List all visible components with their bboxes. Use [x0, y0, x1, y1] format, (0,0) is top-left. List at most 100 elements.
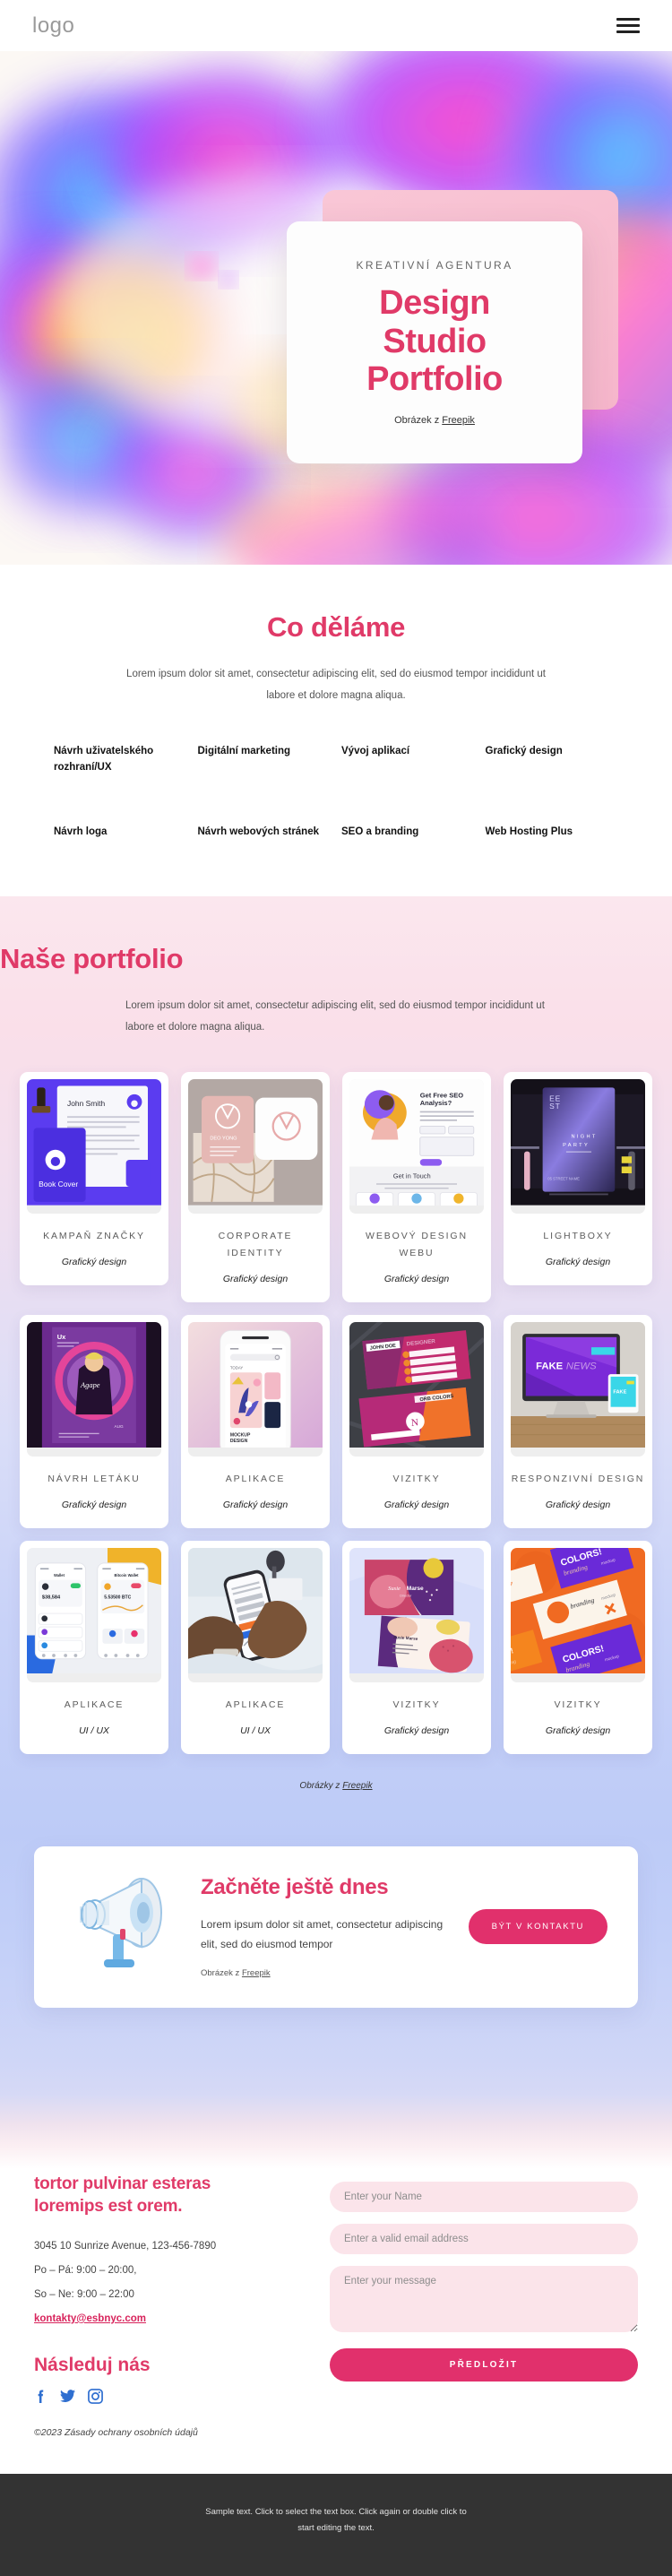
portfolio-section: Naše portfolio Lorem ipsum dolor sit ame…	[0, 895, 672, 1834]
svg-text:PARTY: PARTY	[563, 1143, 590, 1148]
portfolio-card-title: CORPORATE IDENTITY	[218, 1231, 293, 1258]
facebook-icon[interactable]	[34, 2389, 47, 2404]
instagram-icon[interactable]	[88, 2389, 103, 2404]
portfolio-card-title: VIZITKY	[392, 1699, 441, 1710]
svg-text:Wallet: Wallet	[54, 1573, 65, 1578]
contact-heading-line-2: loremips est orem.	[34, 2197, 183, 2217]
site-header: logo	[0, 0, 672, 51]
service-item[interactable]: Vývoj aplikací	[341, 744, 475, 776]
svg-text:Book Cover: Book Cover	[39, 1180, 78, 1189]
portfolio-card[interactable]: JOHN DOE DESIGNER ORB COLORS N VIZITKY G…	[342, 1314, 491, 1528]
submit-button[interactable]: PŘEDLOŽIT	[330, 2347, 638, 2382]
portfolio-card[interactable]: FAKE NEWS FAKE RESPONZIVNÍ DESIGN Grafic…	[504, 1314, 652, 1528]
service-item[interactable]: Grafický design	[486, 744, 619, 776]
contact-form: PŘEDLOŽIT	[330, 2169, 638, 2404]
svg-text:ST: ST	[549, 1102, 561, 1111]
contact-heading-line-1: tortor pulvinar esteras	[34, 2174, 211, 2193]
copyright-text: ©2023 Zásady ochrany osobních údajů	[34, 2426, 198, 2438]
portfolio-card-category: UI / UX	[79, 1725, 109, 1736]
cta-title: Začněte ještě dnes	[201, 1874, 389, 1899]
svg-text:AUG: AUG	[115, 1424, 124, 1429]
portfolio-card-title: KAMPAŇ ZNAČKY	[43, 1231, 145, 1241]
svg-text:John Smith: John Smith	[67, 1099, 105, 1108]
svg-text:Get in Touch: Get in Touch	[393, 1172, 431, 1180]
megaphone-icon	[65, 1873, 190, 1981]
svg-text:N: N	[410, 1417, 418, 1429]
portfolio-card-category: UI / UX	[240, 1725, 271, 1736]
services-title: Co děláme	[266, 611, 406, 643]
portfolio-card-title: APLIKACE	[64, 1699, 125, 1710]
cta-image-credit: Obrázek z Freepik	[201, 1968, 463, 1978]
service-item[interactable]: Návrh uživatelského rozhraní/UX	[54, 744, 187, 776]
portfolio-card-category: Grafický design	[222, 1499, 289, 1510]
portfolio-card-category: Grafický design	[545, 1499, 611, 1510]
name-input[interactable]	[330, 2181, 638, 2212]
hamburger-icon[interactable]	[616, 18, 640, 33]
portfolio-card[interactable]: EE ST NIGHT PARTY 05 STREET NAME LIGHTBO…	[504, 1072, 652, 1285]
hero-title-line-2: Studio	[383, 322, 487, 360]
portfolio-card-category: Grafický design	[222, 1273, 289, 1284]
hands-phone-thumb	[188, 1547, 323, 1682]
flyer-poster-thumb: Agape Ux AUG	[27, 1321, 161, 1457]
contact-hours-weekend: So – Ne: 9:00 – 22:00	[34, 2288, 134, 2300]
portfolio-card[interactable]: Wallet Bitcoin Wallet $38,584 5.53500 BT…	[20, 1540, 168, 1754]
svg-text:FAKE: FAKE	[613, 1389, 626, 1395]
service-item[interactable]: Návrh webových stránek	[198, 825, 332, 841]
social-links	[34, 2389, 303, 2404]
cta-credit-link[interactable]: Freepik	[242, 1968, 271, 1978]
message-textarea[interactable]	[330, 2265, 638, 2332]
svg-text:DESIGN: DESIGN	[230, 1439, 248, 1444]
services-section: Co děláme Lorem ipsum dolor sit amet, co…	[0, 565, 672, 896]
hero-image-credit: Obrázek z Freepik	[394, 415, 475, 426]
portfolio-card[interactable]: John Smith Book Cover KAMPAŇ ZNAČKY Graf…	[20, 1072, 168, 1285]
portfolio-card[interactable]: Agape Ux AUG NÁVRH LETÁKU Grafický desig…	[20, 1314, 168, 1528]
service-item[interactable]: Digitální marketing	[198, 744, 332, 776]
portfolio-card-category: Grafický design	[383, 1725, 450, 1736]
services-subtitle: Lorem ipsum dolor sit amet, consectetur …	[126, 669, 546, 702]
portfolio-card-category: Grafický design	[545, 1256, 611, 1267]
portfolio-card-category: Grafický design	[545, 1725, 611, 1736]
portfolio-card[interactable]: TODAY MOCKUP DESIGN APLIKACE Grafický de…	[181, 1314, 330, 1528]
svg-text:5.53500 BTC: 5.53500 BTC	[104, 1595, 131, 1600]
page-root: logo KREATIVNÍ AGENTURA Design Studio Po…	[0, 0, 672, 2576]
hero-section: KREATIVNÍ AGENTURA Design Studio Portfol…	[0, 51, 672, 565]
portfolio-card[interactable]: COLORS! branding mockup mockup branding	[504, 1540, 652, 1754]
portfolio-card-title: WEBOVÝ DESIGN WEBU	[366, 1231, 468, 1258]
portfolio-card-title: APLIKACE	[225, 1473, 286, 1484]
portfolio-card-category: Grafický design	[383, 1273, 450, 1284]
svg-text:TODAY: TODAY	[230, 1365, 244, 1370]
seo-landing-page-thumb: Get Free SEO Analysis? Get in Touch	[349, 1079, 484, 1214]
twitter-icon[interactable]	[60, 2389, 75, 2404]
contact-info: tortor pulvinar esteras loremips est ore…	[34, 2169, 303, 2404]
portfolio-card[interactable]: APLIKACE UI / UX	[181, 1540, 330, 1754]
service-item[interactable]: Návrh loga	[54, 825, 187, 841]
portfolio-subtitle: Lorem ipsum dolor sit amet, consectetur …	[125, 999, 545, 1033]
contact-details: 3045 10 Sunrize Avenue, 123-456-7890 Po …	[34, 2235, 303, 2331]
hero-credit-prefix: Obrázek z	[394, 414, 443, 426]
portfolio-card[interactable]: DEO YONG CORPORATE IDENTITY Grafický des…	[181, 1072, 330, 1302]
hero-card: KREATIVNÍ AGENTURA Design Studio Portfol…	[287, 221, 582, 463]
portfolio-card[interactable]: Get Free SEO Analysis? Get in Touch WEBO…	[342, 1072, 491, 1302]
site-logo[interactable]: logo	[32, 13, 74, 39]
svg-text:NEWS: NEWS	[566, 1361, 597, 1371]
service-item[interactable]: SEO a branding	[341, 825, 475, 841]
svg-text:DEO YONG: DEO YONG	[210, 1137, 237, 1142]
portfolio-card[interactable]: Susie Marse Director Susie Marse VIZITKY…	[342, 1540, 491, 1754]
services-grid: Návrh uživatelského rozhraní/UX Digitáln…	[54, 744, 618, 840]
abstract-cards-thumb: Susie Marse Director Susie Marse	[349, 1547, 484, 1682]
hero-credit-link[interactable]: Freepik	[442, 415, 475, 426]
contact-email-link[interactable]: kontakty@esbnyc.com	[34, 2307, 146, 2331]
email-input[interactable]	[330, 2223, 638, 2254]
portfolio-credit-link[interactable]: Freepik	[342, 1781, 372, 1791]
portfolio-card-title: NÁVRH LETÁKU	[47, 1473, 141, 1484]
service-item[interactable]: Web Hosting Plus	[486, 825, 619, 841]
hero-title-line-3: Portfolio	[366, 360, 503, 399]
portfolio-card-title: VIZITKY	[554, 1699, 602, 1710]
portfolio-credit-prefix: Obrázky z	[299, 1780, 343, 1791]
contact-cta-button[interactable]: BÝT V KONTAKTU	[468, 1909, 607, 1945]
cta-card: Začněte ještě dnes Lorem ipsum dolor sit…	[34, 1846, 638, 2008]
portfolio-card-title: VIZITKY	[392, 1473, 441, 1484]
cta-body: Začněte ještě dnes Lorem ipsum dolor sit…	[195, 1875, 463, 1978]
imac-fakenews-thumb: FAKE NEWS FAKE	[511, 1321, 645, 1457]
svg-text:Agape: Agape	[80, 1380, 100, 1389]
